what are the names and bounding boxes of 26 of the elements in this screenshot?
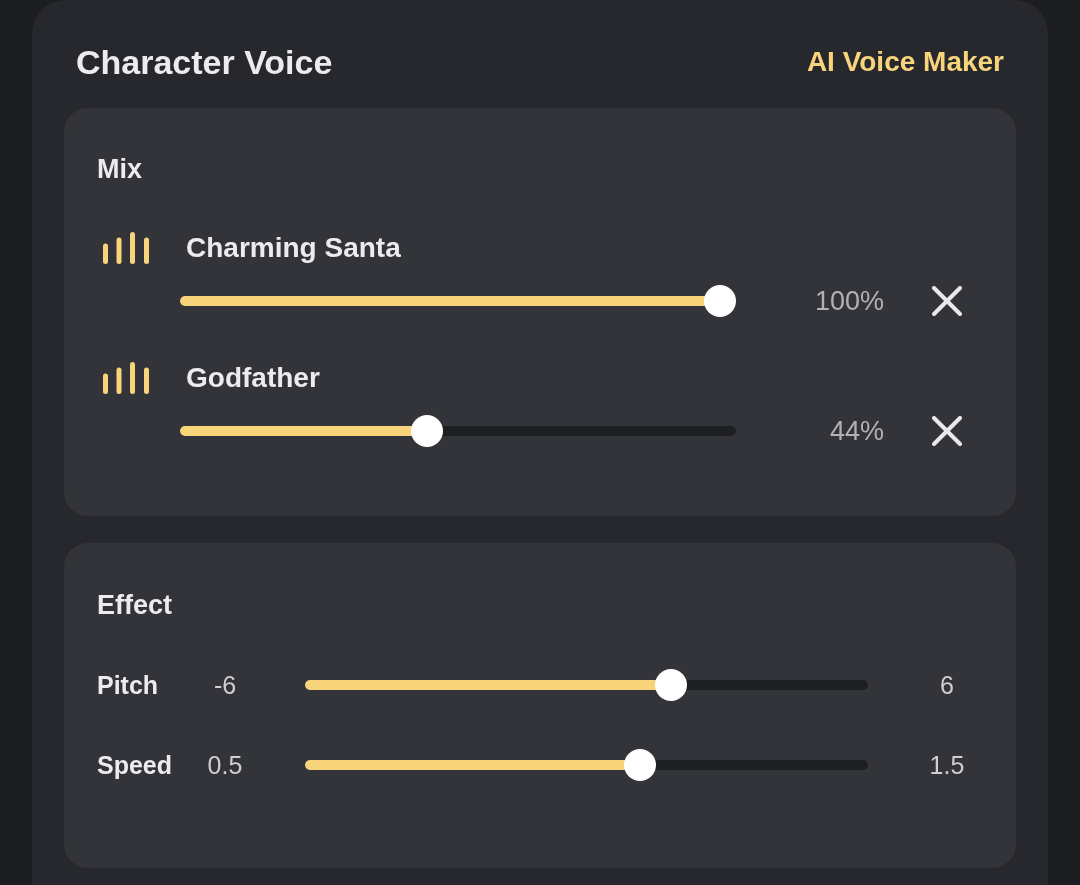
slider-thumb[interactable] — [655, 669, 688, 701]
audio-bars-icon — [103, 232, 149, 264]
max-value: 1.5 — [928, 750, 966, 780]
max-value: 6 — [939, 670, 955, 700]
slider-track[interactable] — [305, 669, 868, 701]
effect-title: Effect — [97, 590, 172, 620]
panel-title: Character Voice — [76, 42, 333, 82]
slider-thumb[interactable] — [410, 415, 443, 447]
close-icon[interactable] — [932, 416, 962, 446]
percent-value: 44% — [828, 415, 884, 447]
percent-value: 100% — [813, 285, 884, 317]
min-value: 0.5 — [206, 750, 244, 780]
audio-bars-icon — [103, 362, 149, 394]
slider-track[interactable] — [305, 749, 868, 781]
close-icon[interactable] — [932, 286, 962, 316]
min-value: -6 — [212, 670, 238, 700]
slider-label: Speed — [97, 750, 174, 780]
slider-thumb[interactable] — [704, 285, 736, 317]
voice-name: Charming Santa — [186, 231, 401, 265]
slider-label: Pitch — [97, 670, 160, 700]
slider-track[interactable] — [180, 285, 736, 317]
voice-name: Godfather — [186, 361, 320, 395]
slider-thumb[interactable] — [623, 749, 656, 781]
ai-voice-maker-link[interactable]: AI Voice Maker — [806, 44, 1004, 80]
slider-track[interactable] — [180, 415, 736, 447]
mix-title: Mix — [97, 154, 142, 184]
